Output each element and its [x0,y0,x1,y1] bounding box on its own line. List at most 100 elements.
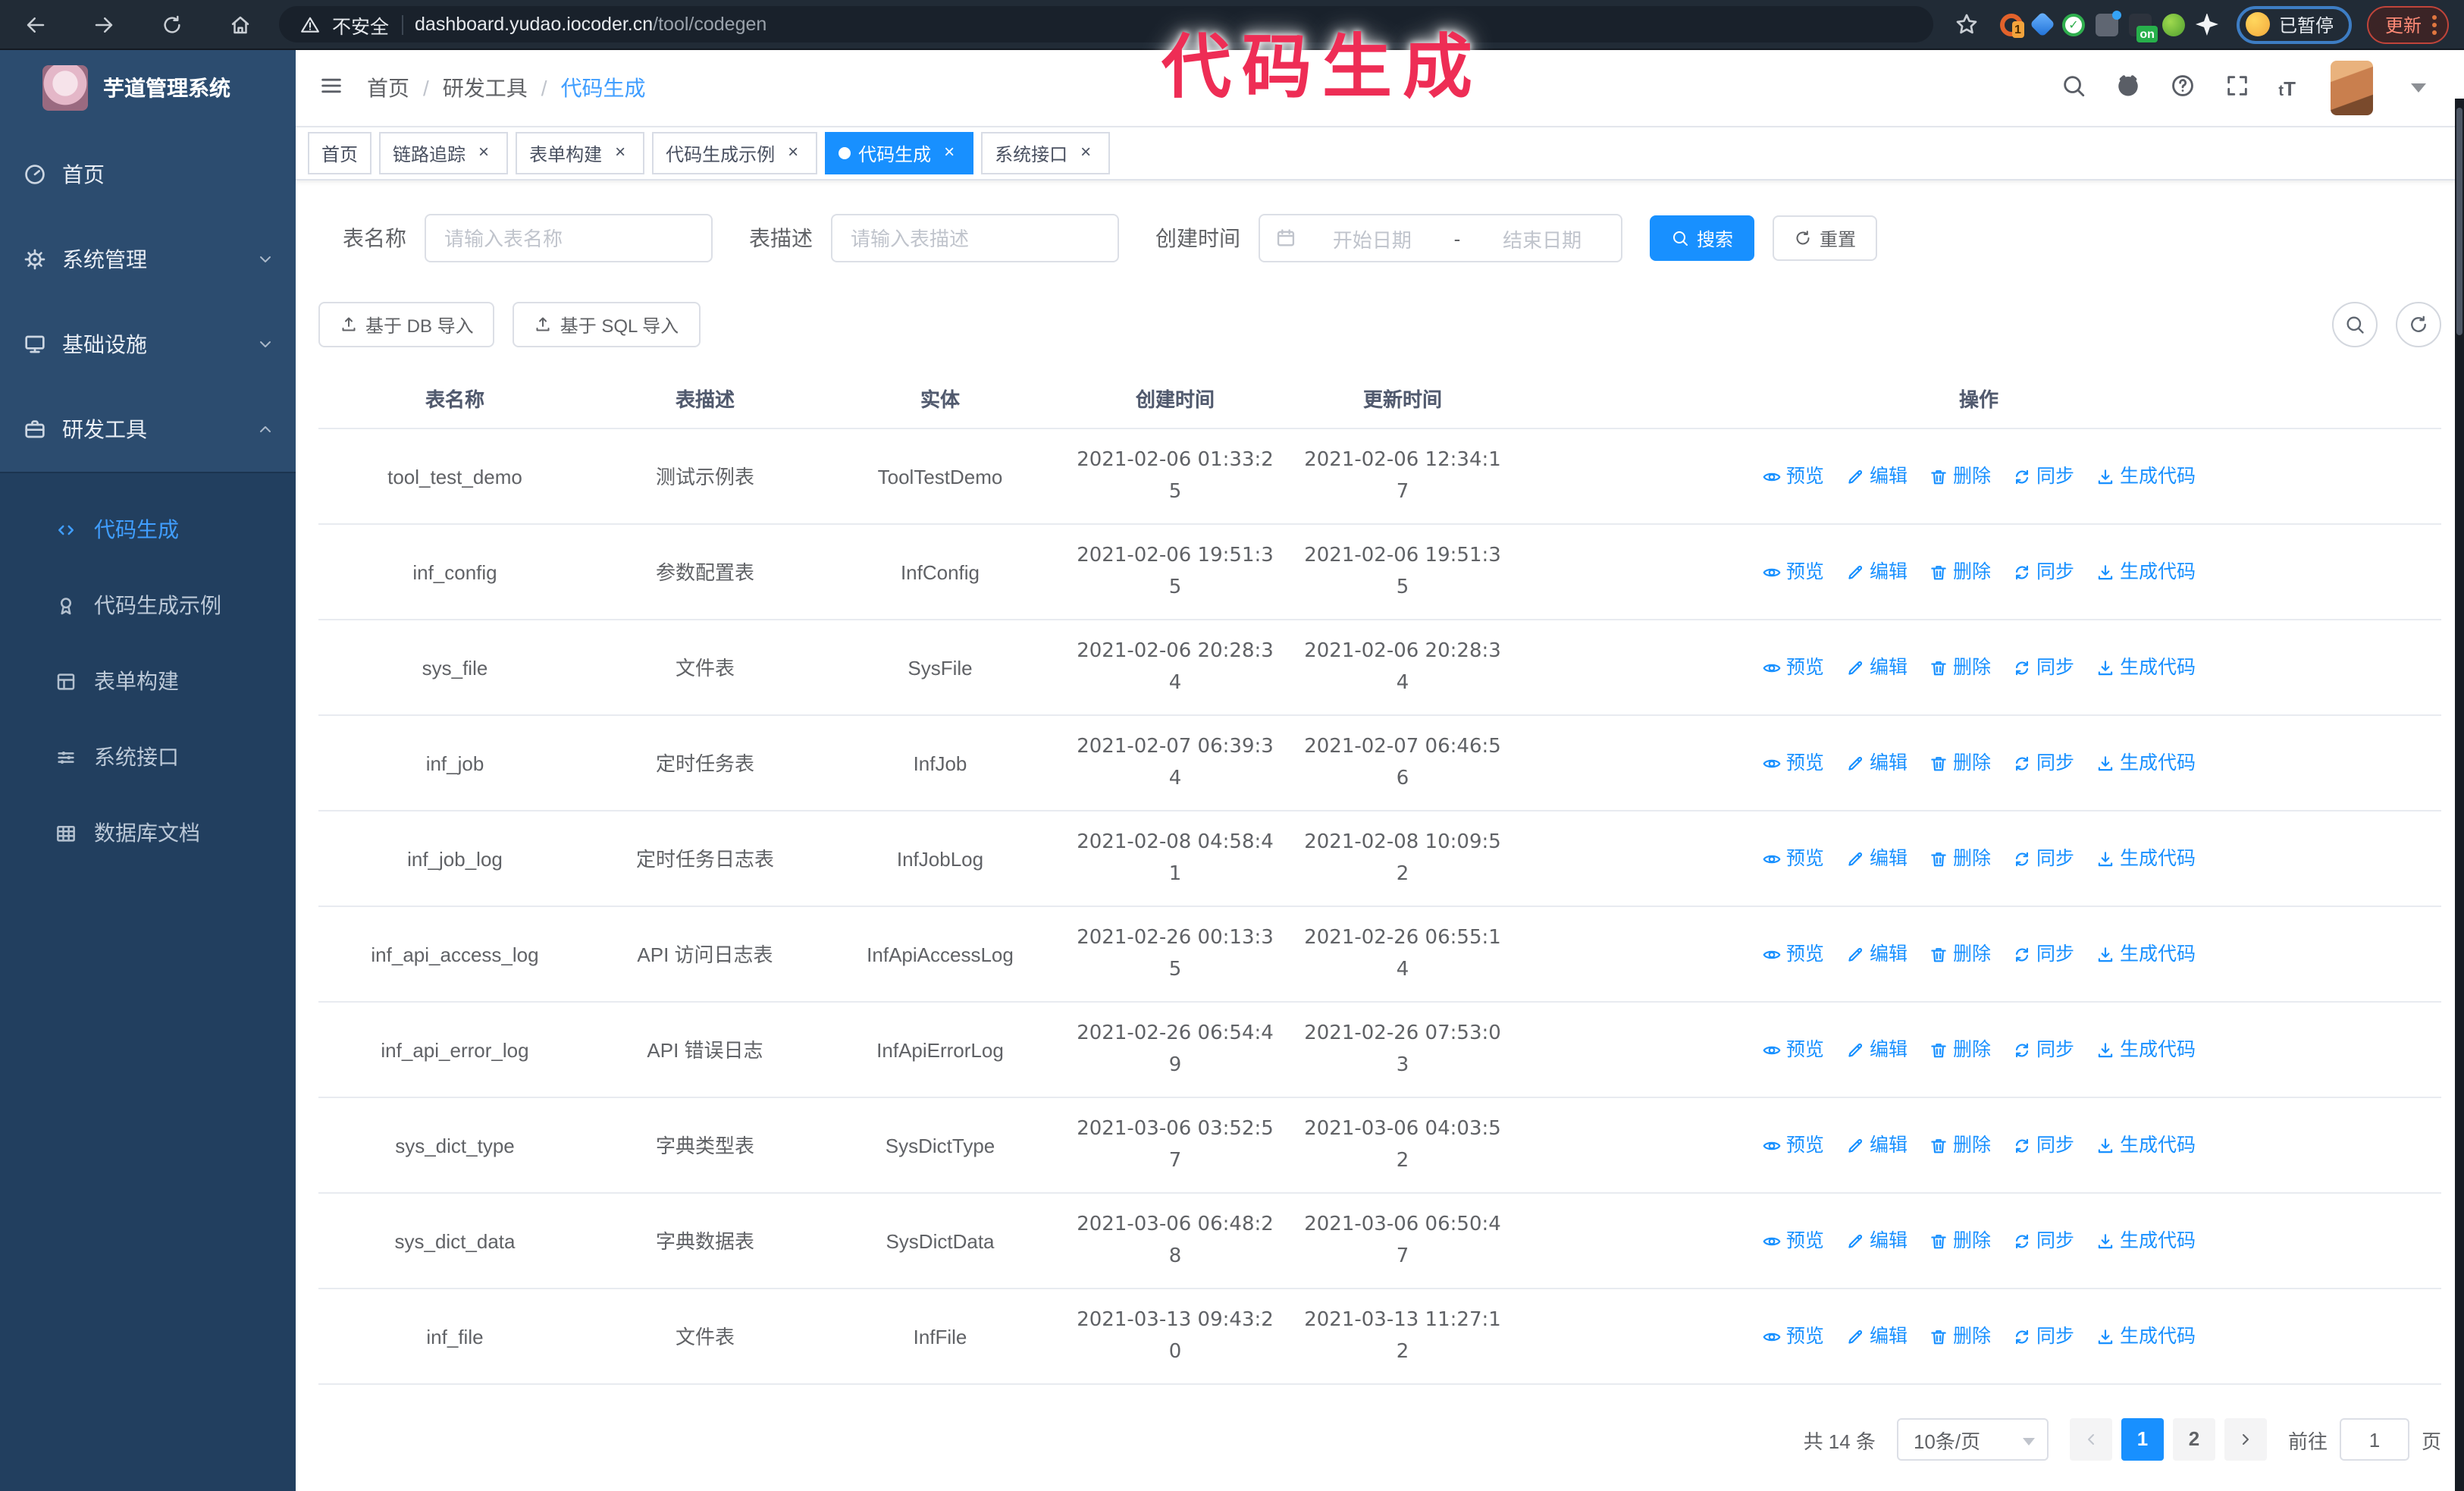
close-icon[interactable]: × [610,142,631,164]
breadcrumb-item[interactable]: 代码生成 [561,73,646,103]
row-action-link[interactable]: 生成代码 [2096,843,2196,874]
blue-gem-icon[interactable] [2029,11,2055,37]
table-name-input[interactable] [425,214,713,262]
row-action-link[interactable]: 编辑 [1845,1225,1908,1257]
row-action-link[interactable]: 编辑 [1845,938,1908,970]
row-action-link[interactable]: 编辑 [1845,556,1908,588]
tab[interactable]: 代码生成 × [825,132,974,174]
row-action-link[interactable]: 同步 [2012,1320,2074,1352]
row-action-link[interactable]: 预览 [1762,556,1824,588]
tab[interactable]: 首页 [308,132,372,174]
bookmark-star-icon[interactable] [1955,11,1979,36]
font-size-icon[interactable]: tT [2278,77,2296,99]
row-action-link[interactable]: 同步 [2012,747,2074,779]
sidebar-item[interactable]: 研发工具 [0,387,296,472]
row-action-link[interactable]: 生成代码 [2096,938,2196,970]
reset-button[interactable]: 重置 [1773,215,1878,261]
white-pinwheel-icon[interactable] [2195,13,2218,36]
goto-page-input[interactable] [2339,1418,2409,1461]
row-action-link[interactable]: 编辑 [1845,1320,1908,1352]
row-action-link[interactable]: 生成代码 [2096,747,2196,779]
row-action-link[interactable]: 预览 [1762,651,1824,683]
security-label[interactable]: 不安全 [332,10,389,39]
import-sql-button[interactable]: 基于 SQL 导入 [513,302,701,347]
search-icon[interactable] [2060,73,2086,103]
app-logo-row[interactable]: 芋道管理系统 [0,50,296,126]
avatar-caret-icon[interactable] [2411,83,2426,93]
sidebar-subitem[interactable]: 表单构建 [0,643,296,719]
row-action-link[interactable]: 预览 [1762,747,1824,779]
row-action-link[interactable]: 编辑 [1845,747,1908,779]
row-action-link[interactable]: 生成代码 [2096,1320,2196,1352]
sidebar-item[interactable]: 系统管理 [0,217,296,302]
row-action-link[interactable]: 预览 [1762,1320,1824,1352]
row-action-link[interactable]: 删除 [1929,747,1991,779]
close-icon[interactable]: × [782,142,804,164]
orange-swirl-icon[interactable]: 1 [1999,13,2024,37]
row-action-link[interactable]: 生成代码 [2096,1129,2196,1161]
back-icon[interactable] [24,12,47,36]
breadcrumb-item[interactable]: 首页 / [367,73,443,103]
browser-menu-icon[interactable] [2432,14,2437,34]
hamburger-icon[interactable] [318,73,344,103]
sidebar-subitem[interactable]: 系统接口 [0,719,296,795]
row-action-link[interactable]: 预览 [1762,460,1824,492]
row-action-link[interactable]: 生成代码 [2096,556,2196,588]
page-url[interactable]: dashboard.yudao.iocoder.cn/tool/codegen [415,14,766,35]
browser-update-button[interactable]: 更新 [2366,5,2449,43]
paused-badge[interactable]: 已暂停 [2236,5,2352,43]
table-desc-input[interactable] [831,214,1119,262]
row-action-link[interactable]: 同步 [2012,1034,2074,1066]
row-action-link[interactable]: 同步 [2012,1129,2074,1161]
row-action-link[interactable]: 生成代码 [2096,1034,2196,1066]
prev-page-button[interactable] [2069,1418,2112,1461]
dark-box-on-icon[interactable]: on [2128,13,2158,42]
tab[interactable]: 代码生成示例 × [652,132,818,174]
green-check-circle-icon[interactable]: ✓ [2061,13,2085,36]
row-action-link[interactable]: 删除 [1929,1320,1991,1352]
close-icon[interactable]: × [939,142,960,164]
fullscreen-icon[interactable] [2224,73,2249,103]
row-action-link[interactable]: 预览 [1762,1034,1824,1066]
github-icon[interactable] [2114,73,2140,103]
sidebar-item[interactable]: 首页 [0,132,296,217]
search-button[interactable]: 搜索 [1650,215,1755,261]
row-action-link[interactable]: 编辑 [1845,843,1908,874]
row-action-link[interactable]: 删除 [1929,1129,1991,1161]
close-icon[interactable]: × [1075,142,1096,164]
next-page-button[interactable] [2224,1418,2267,1461]
row-action-link[interactable]: 删除 [1929,651,1991,683]
end-date-placeholder[interactable]: 结束日期 [1478,224,1606,253]
green-bug-icon[interactable] [2161,13,2185,36]
gray-sliders-icon[interactable] [2095,10,2121,36]
row-action-link[interactable]: 同步 [2012,843,2074,874]
scrollbar[interactable] [2455,99,2464,1491]
sidebar-subitem[interactable]: 代码生成示例 [0,567,296,643]
row-action-link[interactable]: 删除 [1929,460,1991,492]
forward-icon[interactable] [92,12,115,36]
row-action-link[interactable]: 预览 [1762,843,1824,874]
row-action-link[interactable]: 编辑 [1845,651,1908,683]
sidebar-item[interactable]: 基础设施 [0,302,296,387]
help-icon[interactable] [2169,73,2195,103]
row-action-link[interactable]: 预览 [1762,938,1824,970]
page-number-button[interactable]: 1 [2121,1418,2164,1461]
page-size-select[interactable]: 10条/页 [1896,1418,2049,1461]
tab[interactable]: 系统接口 × [981,132,1111,174]
toggle-search-button[interactable] [2332,302,2378,347]
row-action-link[interactable]: 同步 [2012,938,2074,970]
row-action-link[interactable]: 删除 [1929,1034,1991,1066]
row-action-link[interactable]: 删除 [1929,1225,1991,1257]
scrollbar-thumb[interactable] [2456,108,2462,335]
import-db-button[interactable]: 基于 DB 导入 [318,302,495,347]
tab[interactable]: 链路追踪 × [379,132,509,174]
row-action-link[interactable]: 同步 [2012,556,2074,588]
refresh-table-button[interactable] [2396,302,2441,347]
tab[interactable]: 表单构建 × [516,132,645,174]
home-icon[interactable] [229,12,252,36]
row-action-link[interactable]: 编辑 [1845,1129,1908,1161]
row-action-link[interactable]: 生成代码 [2096,1225,2196,1257]
row-action-link[interactable]: 删除 [1929,556,1991,588]
row-action-link[interactable]: 生成代码 [2096,651,2196,683]
row-action-link[interactable]: 删除 [1929,843,1991,874]
